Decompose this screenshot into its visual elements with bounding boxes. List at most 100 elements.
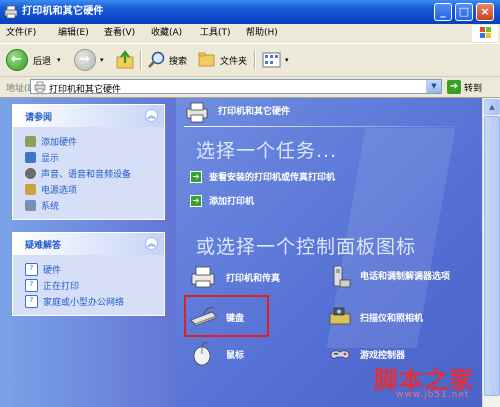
keyboard-highlight-box <box>184 295 269 337</box>
task-arrow-icon: ➔ <box>190 170 202 183</box>
back-arrow-icon: ← <box>6 49 28 71</box>
task-heading: 选择一个任务... <box>196 140 338 162</box>
go-label: 转到 <box>464 83 483 94</box>
menu-favorites[interactable]: 收藏(A) <box>151 27 182 40</box>
content-header: 打印机和其它硬件 <box>176 98 482 123</box>
see-also-title: 请参阅 <box>25 113 53 123</box>
up-folder-icon <box>116 50 134 69</box>
cp-mouse[interactable]: 鼠标 <box>188 341 244 367</box>
menu-help[interactable]: 帮助(H) <box>246 27 278 40</box>
search-button[interactable]: 搜索 <box>146 48 187 72</box>
forward-dropdown-icon[interactable]: ▾ <box>100 56 104 64</box>
toolbar: ← 后退 ▾ → ▾ 搜索 文件夹 ▾ <box>0 44 500 77</box>
search-icon <box>148 51 165 68</box>
views-dropdown-icon: ▾ <box>285 56 289 64</box>
see-also-panel: 请参阅 ︽ 添加硬件 显示 声音、语音和音频设备 电源选项 系统 <box>12 104 165 220</box>
scroll-thumb[interactable] <box>484 116 500 396</box>
folders-icon <box>198 52 215 67</box>
task-arrow-icon: ➔ <box>190 194 202 207</box>
windows-logo-icon <box>472 25 498 42</box>
forward-button[interactable]: → ▾ <box>74 48 104 72</box>
help-icon: ? <box>25 278 38 292</box>
content-header-title: 打印机和其它硬件 <box>218 107 291 117</box>
close-button[interactable]: × <box>476 3 494 21</box>
printer-icon <box>188 264 218 290</box>
cp-item-label: 游戏控制器 <box>360 350 406 361</box>
see-also-item-label: 电源选项 <box>41 185 78 196</box>
up-folder-button[interactable] <box>114 48 136 72</box>
back-dropdown-icon[interactable]: ▾ <box>57 56 61 64</box>
cp-item-label: 鼠标 <box>226 350 245 361</box>
troubleshoot-item[interactable]: ? 硬件 <box>25 261 164 277</box>
address-printer-icon <box>34 81 46 96</box>
site-watermark: 脚本之家 www.jb51.net <box>370 360 498 406</box>
cp-printers-faxes[interactable]: 打印机和传真 <box>188 264 280 290</box>
task-add-printer[interactable]: ➔ 添加打印机 <box>190 194 254 207</box>
control-panel-heading: 或选择一个控制面板图标 <box>196 236 417 258</box>
add-hardware-icon <box>25 135 36 147</box>
scanner-camera-icon <box>328 304 352 330</box>
see-also-item-label: 添加硬件 <box>41 137 78 148</box>
see-also-item[interactable]: 电源选项 <box>25 181 164 197</box>
toolbar-separator <box>140 50 142 70</box>
mouse-icon <box>188 341 218 367</box>
see-also-item[interactable]: 系统 <box>25 197 164 213</box>
window-title: 打印机和其它硬件 <box>22 6 104 17</box>
address-dropdown-icon[interactable]: ▼ <box>426 80 441 93</box>
address-bar: 地址(D) 打印机和其它硬件 ▼ ➔ 转到 <box>0 77 500 98</box>
go-arrow-icon: ➔ <box>447 80 461 94</box>
collapse-chevron-icon[interactable]: ︽ <box>145 109 158 122</box>
menu-tools[interactable]: 工具(T) <box>200 27 231 40</box>
see-also-item[interactable]: 声音、语音和音频设备 <box>25 165 164 181</box>
troubleshoot-item-label: 家庭或小型办公网络 <box>43 297 125 308</box>
explorer-window: 打印机和其它硬件 _ □ × 文件(F) 编辑(E) 查看(V) 收藏(A) 工… <box>0 0 500 407</box>
troubleshoot-title: 疑难解答 <box>25 241 62 251</box>
troubleshoot-header[interactable]: 疑难解答 ︽ <box>13 233 164 255</box>
menu-bar: 文件(F) 编辑(E) 查看(V) 收藏(A) 工具(T) 帮助(H) <box>0 24 500 44</box>
views-icon <box>262 52 281 68</box>
task-label: 查看安装的打印机或传真打印机 <box>209 173 336 183</box>
task-view-printers[interactable]: ➔ 查看安装的打印机或传真打印机 <box>190 170 335 183</box>
cp-scanner-camera[interactable]: 扫描仪和照相机 <box>328 304 423 330</box>
maximize-button[interactable]: □ <box>455 3 473 21</box>
task-pane: 请参阅 ︽ 添加硬件 显示 声音、语音和音频设备 电源选项 系统 疑难解答 ︽ … <box>0 98 176 407</box>
back-button[interactable]: ← 后退 ▾ <box>6 48 61 72</box>
minimize-button[interactable]: _ <box>434 3 452 21</box>
menu-edit[interactable]: 编辑(E) <box>58 27 89 40</box>
see-also-header[interactable]: 请参阅 ︽ <box>13 105 164 127</box>
header-divider <box>184 126 476 127</box>
toolbar-separator <box>254 50 256 70</box>
see-also-item-label: 系统 <box>41 201 60 212</box>
views-button[interactable]: ▾ <box>262 48 289 72</box>
troubleshoot-item-label: 硬件 <box>43 265 62 276</box>
see-also-item[interactable]: 显示 <box>25 149 164 165</box>
display-icon <box>25 151 36 163</box>
see-also-item[interactable]: 添加硬件 <box>25 133 164 149</box>
forward-arrow-icon: → <box>74 49 96 71</box>
watermark-url: www.jb51.net <box>396 390 470 400</box>
troubleshoot-panel: 疑难解答 ︽ ? 硬件 ? 正在打印 ? 家庭或小型办公网络 <box>12 232 165 316</box>
printer-folder-icon <box>4 5 18 19</box>
title-bar[interactable]: 打印机和其它硬件 _ □ × <box>0 0 500 24</box>
address-input[interactable]: 打印机和其它硬件 ▼ <box>30 79 442 96</box>
address-value: 打印机和其它硬件 <box>49 85 122 95</box>
troubleshoot-item[interactable]: ? 正在打印 <box>25 277 164 293</box>
task-label: 添加打印机 <box>209 197 255 207</box>
back-label: 后退 <box>33 56 52 67</box>
cp-item-label: 打印机和传真 <box>226 273 281 284</box>
cp-item-label: 电话和调制解调器选项 <box>360 272 451 282</box>
cp-phone-modem[interactable]: 电话和调制解调器选项 <box>328 264 470 290</box>
phone-modem-icon <box>328 264 352 290</box>
folders-label: 文件夹 <box>220 56 248 67</box>
menu-file[interactable]: 文件(F) <box>6 27 36 40</box>
game-controller-icon <box>328 341 352 367</box>
menu-view[interactable]: 查看(V) <box>104 27 135 40</box>
collapse-chevron-icon[interactable]: ︽ <box>145 237 158 250</box>
help-icon: ? <box>25 262 38 276</box>
scroll-up-icon[interactable]: ▲ <box>484 99 500 115</box>
troubleshoot-item[interactable]: ? 家庭或小型办公网络 <box>25 293 164 309</box>
folders-button[interactable]: 文件夹 <box>197 48 247 72</box>
see-also-item-label: 声音、语音和音频设备 <box>41 169 132 180</box>
power-options-icon <box>25 183 36 195</box>
go-button[interactable]: ➔ 转到 <box>447 80 482 94</box>
